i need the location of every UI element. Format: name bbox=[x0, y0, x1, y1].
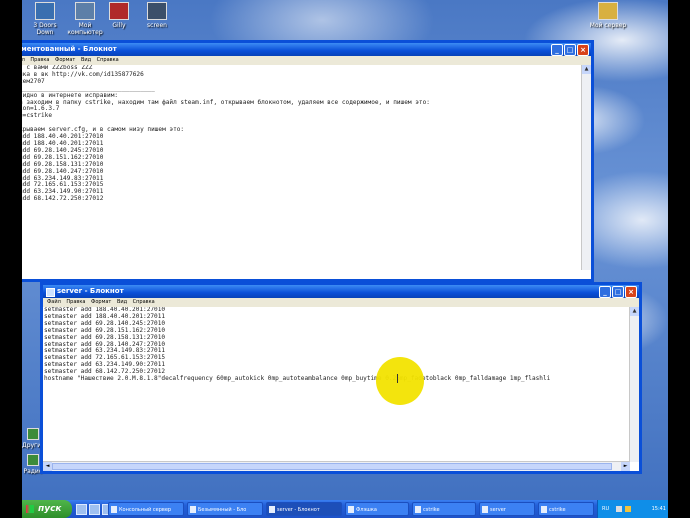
vertical-scrollbar[interactable]: ▲ bbox=[629, 307, 639, 462]
letterbox-left bbox=[0, 0, 22, 518]
quicklaunch-icon[interactable] bbox=[89, 504, 100, 515]
menu-bar: Файл Правка Формат Вид Справка bbox=[43, 298, 639, 307]
maximize-button[interactable]: □ bbox=[612, 286, 624, 298]
menu-edit[interactable]: Правка bbox=[66, 299, 85, 305]
desktop-icon-label: Мой сервер bbox=[589, 22, 627, 29]
taskbar-button-label: cstrike bbox=[549, 507, 566, 513]
text-area[interactable]: ивет с вами ZZZboss ZZZ аничка в вк http… bbox=[7, 65, 582, 270]
window-title: ментованный - Блокнот bbox=[21, 45, 117, 53]
folder-icon bbox=[348, 506, 354, 513]
scrollbar-thumb[interactable] bbox=[52, 463, 612, 470]
start-button[interactable]: пуск bbox=[22, 500, 72, 518]
letterbox-right bbox=[668, 0, 690, 518]
folder-icon bbox=[27, 428, 39, 440]
minimize-button[interactable]: _ bbox=[599, 286, 611, 298]
notepad-window-server[interactable]: server - Блокнот _ □ × Файл Правка Форма… bbox=[40, 282, 642, 474]
menu-file[interactable]: Файл bbox=[47, 299, 61, 305]
taskbar-button[interactable]: cstrike bbox=[412, 502, 476, 516]
desktop-icon-label: Gilly bbox=[112, 22, 126, 29]
minimize-button[interactable]: _ bbox=[551, 44, 563, 56]
radio-icon bbox=[27, 454, 39, 466]
screen: 3 Doors Down Мой компьютер Gilly screen … bbox=[0, 0, 690, 518]
menu-help[interactable]: Справка bbox=[97, 57, 119, 63]
taskbar-button[interactable]: Безымянный - Бло bbox=[187, 502, 263, 516]
notepad-icon bbox=[190, 506, 196, 513]
close-button[interactable]: × bbox=[625, 286, 637, 298]
window-titlebar[interactable]: ментованный - Блокнот _ □ × bbox=[7, 43, 591, 56]
folder-icon bbox=[35, 2, 55, 20]
tray-icon[interactable] bbox=[625, 506, 631, 512]
taskbar-button[interactable]: server bbox=[479, 502, 535, 516]
clock[interactable]: 15:41 bbox=[652, 500, 666, 518]
window-title: server - Блокнот bbox=[57, 287, 124, 295]
taskbar: пуск Консольный сервер Безымянный - Бло … bbox=[22, 500, 669, 518]
scroll-up-icon[interactable]: ▲ bbox=[582, 65, 591, 74]
notepad-icon bbox=[46, 288, 55, 297]
menu-view[interactable]: Вид bbox=[81, 57, 91, 63]
tray-icon[interactable] bbox=[616, 506, 622, 512]
folder-icon bbox=[541, 506, 547, 513]
folder-icon bbox=[482, 506, 488, 513]
desktop-icon-3-doors-down[interactable]: 3 Doors Down bbox=[24, 2, 66, 36]
taskbar-button[interactable]: Флэшка bbox=[345, 502, 409, 516]
folder-icon bbox=[598, 2, 618, 20]
scroll-up-icon[interactable]: ▲ bbox=[630, 307, 639, 316]
quicklaunch-icon[interactable] bbox=[76, 504, 87, 515]
taskbar-button-active[interactable]: server - Блокнот bbox=[266, 502, 342, 516]
taskbar-button-label: server - Блокнот bbox=[277, 507, 320, 513]
scroll-right-icon[interactable]: ► bbox=[621, 462, 630, 471]
taskbar-button[interactable]: Консольный сервер bbox=[108, 502, 184, 516]
notepad-window-back[interactable]: ментованный - Блокнот _ □ × Файл Правка … bbox=[4, 40, 594, 282]
computer-icon bbox=[75, 2, 95, 20]
taskbar-button-label: server bbox=[490, 507, 506, 513]
text-area[interactable]: setmaster add 188.40.40.201:27010 setmas… bbox=[43, 307, 630, 462]
taskbar-button-label: Безымянный - Бло bbox=[198, 507, 247, 513]
app-icon bbox=[109, 2, 129, 20]
windows-logo-icon bbox=[26, 505, 34, 513]
system-tray: RU 15:41 bbox=[597, 500, 669, 518]
window-titlebar[interactable]: server - Блокнот _ □ × bbox=[43, 285, 639, 298]
close-button[interactable]: × bbox=[577, 44, 589, 56]
taskbar-button-label: Консольный сервер bbox=[119, 507, 172, 513]
notepad-icon bbox=[269, 506, 275, 513]
desktop-icon-label: screen bbox=[147, 22, 167, 29]
text-content: setmaster add 188.40.40.201:27010 setmas… bbox=[44, 307, 551, 383]
language-indicator[interactable]: RU bbox=[602, 500, 609, 518]
menu-bar: Файл Правка Формат Вид Справка bbox=[7, 56, 591, 65]
desktop-icon-gilly[interactable]: Gilly bbox=[98, 2, 140, 29]
menu-format[interactable]: Формат bbox=[55, 57, 75, 63]
folder-icon bbox=[415, 506, 421, 513]
start-label: пуск bbox=[38, 504, 62, 514]
taskbar-button-label: Флэшка bbox=[356, 507, 377, 513]
desktop-icon-label: 3 Doors Down bbox=[33, 22, 57, 36]
image-icon bbox=[147, 2, 167, 20]
text-cursor-icon bbox=[397, 374, 398, 383]
desktop-icon-my-server[interactable]: Мой сервер bbox=[587, 2, 629, 29]
text-content: ивет с вами ZZZboss ZZZ аничка в вк http… bbox=[8, 65, 430, 203]
taskbar-button-label: cstrike bbox=[423, 507, 440, 513]
menu-format[interactable]: Формат bbox=[91, 299, 111, 305]
scroll-left-icon[interactable]: ◄ bbox=[43, 462, 52, 471]
cursor-highlight bbox=[376, 357, 424, 405]
desktop-icon-screen[interactable]: screen bbox=[136, 2, 178, 29]
menu-help[interactable]: Справка bbox=[133, 299, 155, 305]
taskbar-button[interactable]: cstrike bbox=[538, 502, 594, 516]
maximize-button[interactable]: □ bbox=[564, 44, 576, 56]
menu-view[interactable]: Вид bbox=[117, 299, 127, 305]
app-icon bbox=[111, 506, 117, 513]
vertical-scrollbar[interactable]: ▲ bbox=[581, 65, 591, 270]
horizontal-scrollbar[interactable]: ◄ ► bbox=[43, 461, 630, 471]
menu-edit[interactable]: Правка bbox=[30, 57, 49, 63]
